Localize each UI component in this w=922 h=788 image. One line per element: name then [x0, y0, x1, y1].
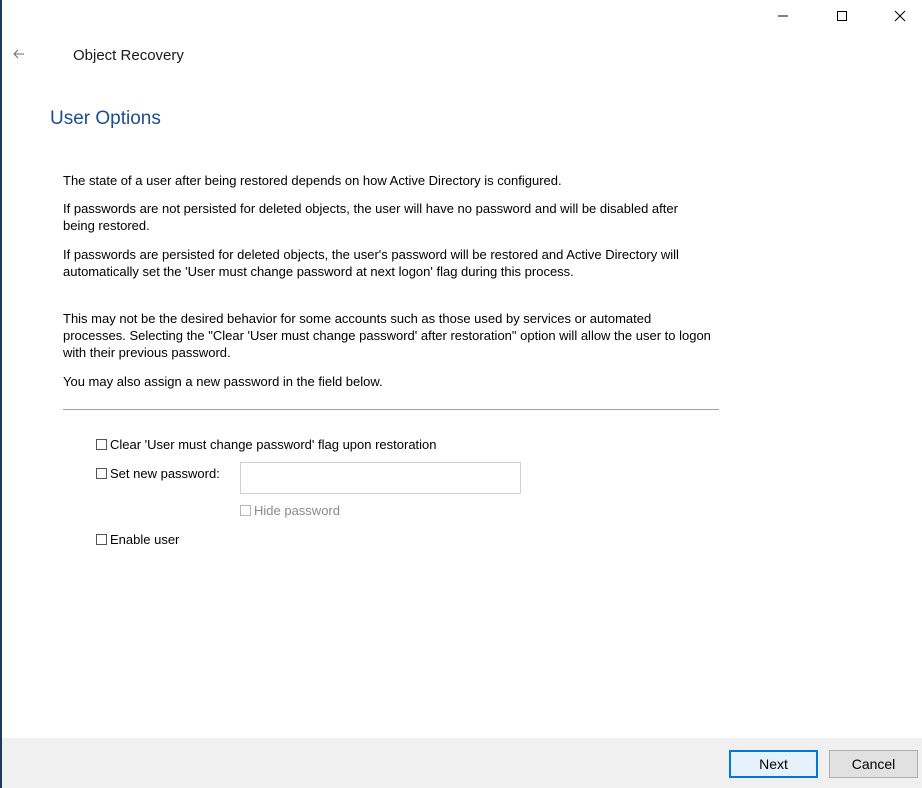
hide-password-label: Hide password	[254, 503, 340, 518]
clear-flag-label: Clear 'User must change password' flag u…	[110, 437, 437, 452]
hide-password-checkbox: Hide password	[240, 503, 340, 518]
cancel-button[interactable]: Cancel	[829, 750, 918, 778]
checkbox-box[interactable]	[96, 468, 107, 479]
section-divider	[63, 409, 719, 410]
back-arrow-icon	[13, 49, 24, 59]
description-paragraph: If passwords are persisted for deleted o…	[63, 247, 679, 279]
window-left-edge	[0, 0, 2, 788]
close-button[interactable]	[877, 0, 922, 32]
description-paragraph: You may also assign a new password in th…	[63, 374, 383, 389]
set-password-checkbox[interactable]: Set new password:	[96, 466, 220, 481]
maximize-button[interactable]	[819, 0, 865, 32]
enable-user-checkbox[interactable]: Enable user	[96, 532, 179, 547]
minimize-icon	[778, 15, 788, 17]
clear-flag-checkbox[interactable]: Clear 'User must change password' flag u…	[96, 437, 437, 452]
minimize-button[interactable]	[760, 0, 806, 32]
description-paragraph: If passwords are not persisted for delet…	[63, 201, 678, 233]
back-button[interactable]	[10, 46, 28, 62]
checkbox-box[interactable]	[96, 439, 107, 450]
window-title: Object Recovery	[73, 47, 184, 64]
set-password-label: Set new password:	[110, 466, 220, 481]
next-button[interactable]: Next	[729, 750, 818, 778]
new-password-input[interactable]	[240, 462, 521, 494]
page-title: User Options	[50, 108, 161, 129]
maximize-icon	[837, 11, 847, 21]
description-paragraph: The state of a user after being restored…	[63, 173, 562, 188]
close-icon	[894, 10, 906, 22]
enable-user-label: Enable user	[110, 532, 180, 547]
description-paragraph: This may not be the desired behavior for…	[63, 311, 711, 360]
checkbox-box[interactable]	[96, 534, 107, 545]
checkbox-box	[240, 505, 251, 516]
